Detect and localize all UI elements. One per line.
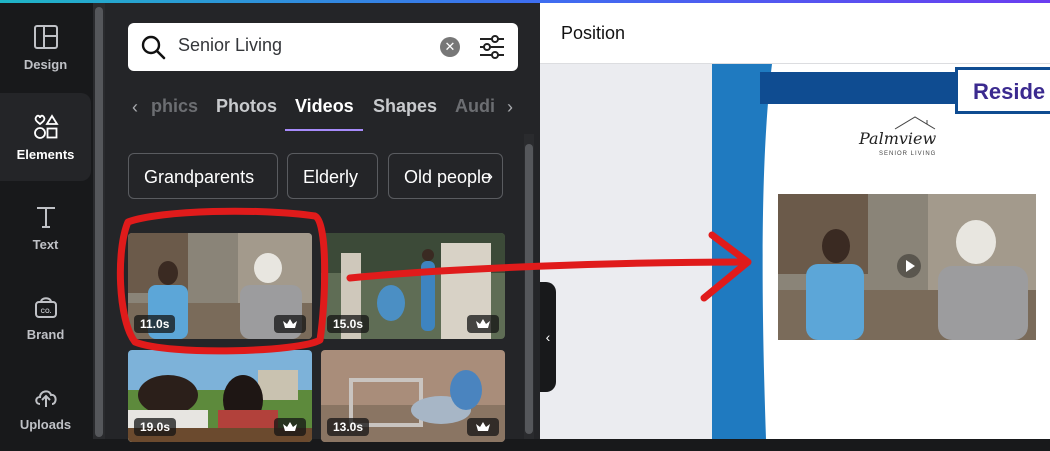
sidebar-item-label: Uploads xyxy=(19,416,72,432)
svg-text:CO.: CO. xyxy=(40,309,51,315)
play-icon[interactable] xyxy=(897,254,921,278)
sidebar-item-label: Design xyxy=(23,56,68,72)
collapse-panel-button[interactable]: ‹ xyxy=(540,282,556,392)
filter-icon[interactable] xyxy=(478,35,506,59)
shapes-icon xyxy=(33,113,59,139)
sidebar-item-label: Elements xyxy=(16,146,75,162)
heading-box[interactable]: Reside xyxy=(955,67,1050,114)
tab-graphics[interactable]: phics xyxy=(151,96,198,117)
video-thumbnail[interactable]: 19.0s xyxy=(128,350,312,442)
clear-icon[interactable]: ✕ xyxy=(440,37,460,57)
category-tabs: ‹ phics Photos Videos Shapes Audi › xyxy=(105,86,540,134)
crown-icon xyxy=(274,315,306,333)
chip-old-people[interactable]: Old people xyxy=(388,153,503,199)
crown-icon xyxy=(274,418,306,436)
sidebar-item-text[interactable]: Text xyxy=(0,183,91,271)
video-thumbnail[interactable]: 13.0s xyxy=(321,350,505,442)
sidebar-item-elements[interactable]: Elements xyxy=(0,93,91,181)
canvas-video[interactable] xyxy=(778,194,1036,340)
video-duration: 15.0s xyxy=(327,315,370,333)
sidebar-item-uploads[interactable]: Uploads xyxy=(0,363,91,451)
video-duration: 19.0s xyxy=(134,418,177,436)
video-duration: 13.0s xyxy=(327,418,370,436)
chevron-right-icon[interactable]: › xyxy=(507,97,513,118)
chip-grandparents[interactable]: Grandparents xyxy=(128,153,278,199)
decorative-blue-strip xyxy=(712,64,772,439)
logo-wordmark: Palmview xyxy=(859,129,937,148)
video-duration: 11.0s xyxy=(134,315,176,333)
layout-icon xyxy=(33,24,58,49)
elements-panel: Senior Living ✕ ‹ phics Photos Videos Sh… xyxy=(105,3,540,442)
chip-elderly[interactable]: Elderly xyxy=(287,153,378,199)
panel-scrollbar[interactable] xyxy=(524,134,534,439)
sidebar-item-label: Text xyxy=(32,236,59,252)
text-icon xyxy=(36,206,55,228)
sidebar-item-label: Brand xyxy=(26,326,65,342)
tab-shapes[interactable]: Shapes xyxy=(373,96,437,117)
left-rail: Design Elements Text CO. Brand Uploads xyxy=(0,3,91,439)
logo-tagline: SENIOR LIVING xyxy=(879,151,937,157)
video-thumbnail[interactable]: 11.0s xyxy=(128,233,312,339)
chevron-left-icon[interactable]: ‹ xyxy=(132,97,138,118)
rail-scrollbar-thumb[interactable] xyxy=(95,7,103,437)
tab-photos[interactable]: Photos xyxy=(216,96,277,117)
search-box[interactable]: Senior Living ✕ xyxy=(128,23,518,71)
crown-icon xyxy=(467,418,499,436)
chevron-right-icon[interactable]: › xyxy=(487,166,493,187)
crown-icon xyxy=(467,315,499,333)
palmview-logo[interactable]: Palmview SENIOR LIVING xyxy=(855,115,940,165)
position-button[interactable]: Position xyxy=(561,23,625,44)
design-heading: Reside xyxy=(973,79,1046,104)
video-thumbnail[interactable]: 15.0s xyxy=(321,233,505,339)
sidebar-item-design[interactable]: Design xyxy=(0,3,91,91)
rail-scrollbar[interactable] xyxy=(93,3,105,439)
active-tab-indicator xyxy=(285,129,363,131)
search-input[interactable]: Senior Living xyxy=(178,35,282,56)
tab-audio[interactable]: Audi xyxy=(455,96,495,117)
tab-videos[interactable]: Videos xyxy=(295,96,354,117)
brand-icon: CO. xyxy=(34,296,57,318)
search-icon xyxy=(141,35,166,60)
editor-toolbar: Position xyxy=(540,3,1050,64)
panel-scrollbar-thumb[interactable] xyxy=(525,144,533,434)
sidebar-item-brand[interactable]: CO. Brand xyxy=(0,273,91,361)
cloud-upload-icon xyxy=(34,389,57,407)
